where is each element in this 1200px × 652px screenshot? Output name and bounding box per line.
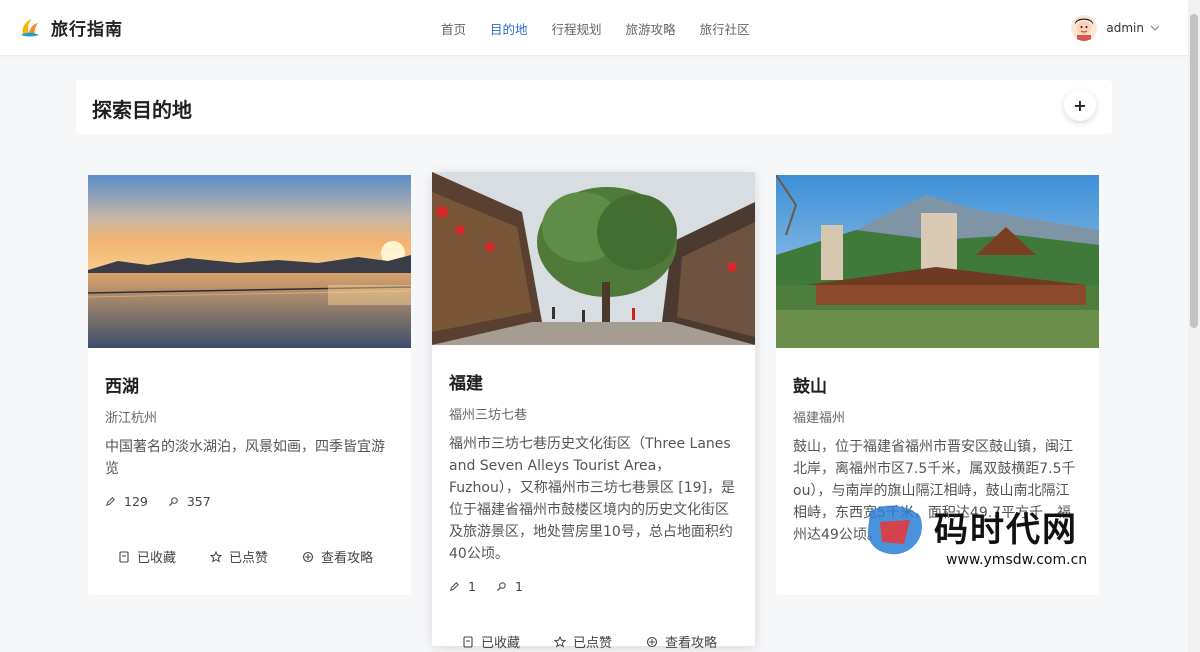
like-button[interactable]: 已点赞 bbox=[554, 632, 612, 651]
destination-image bbox=[88, 175, 411, 348]
nav-item-destinations[interactable]: 目的地 bbox=[490, 19, 528, 38]
user-menu[interactable]: admin bbox=[1071, 15, 1160, 41]
destination-image bbox=[776, 175, 1099, 348]
page-header: 探索目的地 + bbox=[76, 80, 1112, 134]
favorite-label: 已收藏 bbox=[481, 636, 521, 651]
view-guide-label: 查看攻略 bbox=[321, 551, 374, 566]
magnifier-icon bbox=[168, 497, 178, 507]
bookmark-icon bbox=[463, 635, 473, 648]
card-actions: 已收藏 已点赞 查看攻略 bbox=[105, 547, 394, 566]
brand[interactable]: 旅行指南 bbox=[18, 15, 123, 40]
main-nav: 首页 目的地 行程规划 旅游攻略 旅行社区 bbox=[429, 0, 762, 56]
destination-card[interactable]: 西湖 浙江杭州 中国著名的淡水湖泊，风景如画，四季皆宜游览 129 357 已收… bbox=[88, 175, 411, 595]
bookmark-icon bbox=[119, 550, 129, 563]
views-value: 1 bbox=[514, 579, 523, 594]
likes-count: 129 bbox=[105, 494, 148, 509]
destination-location: 福州三坊七巷 bbox=[449, 408, 528, 423]
like-label: 已点赞 bbox=[573, 636, 613, 651]
likes-count: 1 bbox=[449, 579, 476, 594]
guide-icon bbox=[302, 551, 314, 562]
views-count: 1 bbox=[496, 579, 523, 594]
username: admin bbox=[1106, 21, 1144, 35]
views-value: 357 bbox=[186, 494, 211, 509]
star-icon bbox=[210, 550, 223, 563]
destination-image bbox=[432, 172, 755, 345]
favorite-label: 已收藏 bbox=[137, 551, 177, 566]
watermark-url: www.ymsdw.com.cn bbox=[946, 552, 1088, 568]
nav-item-home[interactable]: 首页 bbox=[441, 19, 466, 38]
destination-location: 福建福州 bbox=[793, 411, 846, 426]
destination-title: 西湖 bbox=[105, 377, 139, 397]
destination-title: 福建 bbox=[449, 374, 483, 394]
destination-card[interactable]: 福建 福州三坊七巷 福州市三坊七巷历史文化街区（Three Lanes and … bbox=[432, 172, 755, 651]
guide-icon bbox=[646, 636, 658, 647]
favorite-button[interactable]: 已收藏 bbox=[118, 547, 176, 566]
watermark-logo-icon bbox=[867, 505, 922, 555]
view-guide-button[interactable]: 查看攻略 bbox=[302, 547, 373, 566]
like-button[interactable]: 已点赞 bbox=[210, 547, 268, 566]
magnifier-icon bbox=[496, 582, 506, 592]
page-title: 探索目的地 bbox=[92, 98, 192, 122]
destination-description: 福州市三坊七巷历史文化街区（Three Lanes and Seven Alle… bbox=[449, 436, 736, 562]
scrollbar-thumb[interactable] bbox=[1190, 14, 1198, 328]
favorite-button[interactable]: 已收藏 bbox=[462, 632, 520, 651]
destination-stats: 129 357 bbox=[105, 494, 394, 509]
view-guide-button[interactable]: 查看攻略 bbox=[646, 632, 717, 651]
nav-item-community[interactable]: 旅行社区 bbox=[700, 19, 750, 38]
avatar-image-icon bbox=[1071, 15, 1098, 41]
watermark-text: 码时代网 bbox=[934, 510, 1078, 550]
avatar bbox=[1071, 15, 1098, 41]
nav-item-itinerary[interactable]: 行程规划 bbox=[552, 19, 602, 38]
like-label: 已点赞 bbox=[229, 551, 269, 566]
destination-stats: 1 1 bbox=[449, 579, 738, 594]
pen-icon bbox=[105, 497, 115, 507]
likes-value: 1 bbox=[468, 579, 476, 594]
nav-item-guides[interactable]: 旅游攻略 bbox=[626, 19, 676, 38]
likes-value: 129 bbox=[124, 494, 148, 509]
add-destination-button[interactable]: + bbox=[1064, 89, 1096, 121]
destination-title: 鼓山 bbox=[793, 377, 827, 397]
card-actions: 已收藏 已点赞 查看攻略 bbox=[449, 632, 738, 651]
pen-icon bbox=[449, 582, 459, 592]
app-logo-icon bbox=[21, 18, 39, 36]
app-name: 旅行指南 bbox=[51, 20, 123, 40]
watermark: 码时代网 www.ymsdw.com.cn bbox=[862, 502, 1112, 572]
chevron-down-icon bbox=[1150, 25, 1160, 31]
views-count: 357 bbox=[168, 494, 211, 509]
destination-description: 中国著名的淡水湖泊，风景如画，四季皆宜游览 bbox=[105, 439, 385, 477]
top-navbar: 旅行指南 首页 目的地 行程规划 旅游攻略 旅行社区 admin bbox=[0, 0, 1188, 56]
scrollbar[interactable] bbox=[1188, 0, 1200, 652]
destination-location: 浙江杭州 bbox=[105, 411, 158, 426]
view-guide-label: 查看攻略 bbox=[665, 636, 718, 651]
star-icon bbox=[554, 635, 567, 648]
